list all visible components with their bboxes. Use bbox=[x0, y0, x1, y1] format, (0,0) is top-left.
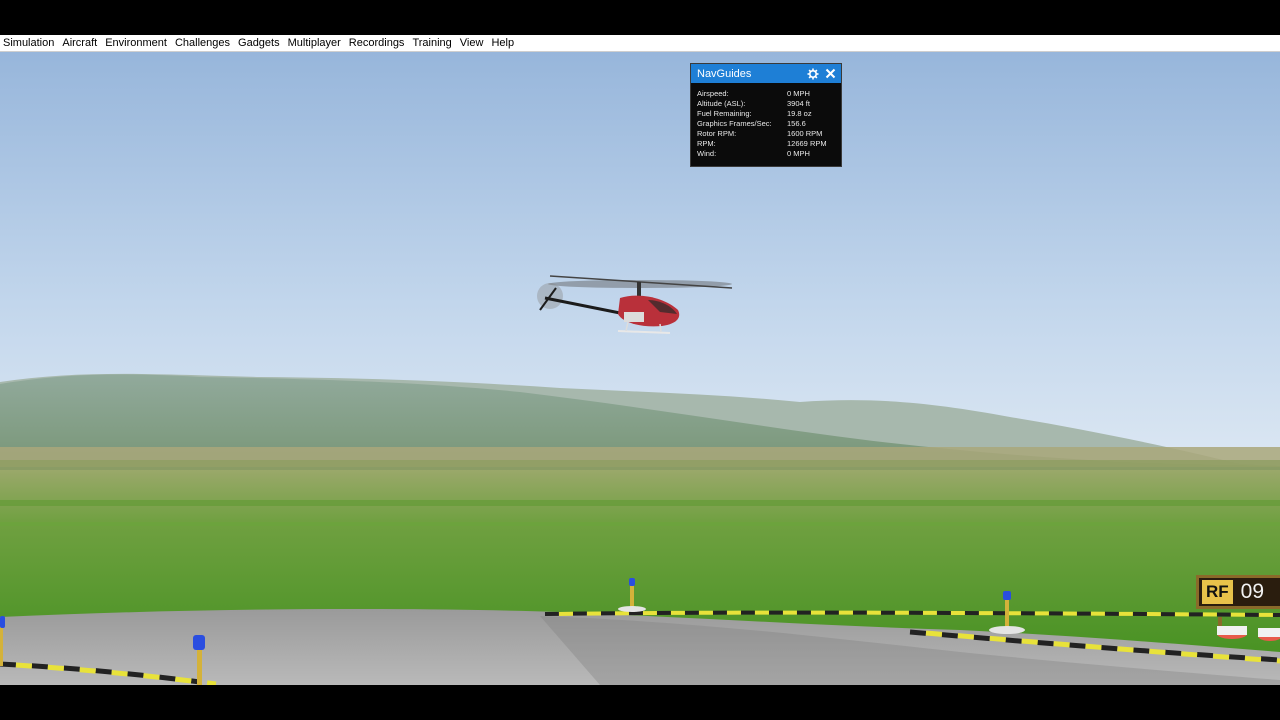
navguides-title: NavGuides bbox=[697, 67, 752, 80]
runway-sign-number: 09 bbox=[1240, 580, 1265, 603]
gear-icon[interactable] bbox=[806, 67, 820, 81]
menu-multiplayer[interactable]: Multiplayer bbox=[284, 35, 345, 51]
menu-training[interactable]: Training bbox=[408, 35, 455, 51]
grass-stripe-2 bbox=[0, 522, 1280, 526]
menu-view[interactable]: View bbox=[456, 35, 488, 51]
row-value: 0 MPH bbox=[787, 149, 810, 158]
menu-environment[interactable]: Environment bbox=[101, 35, 171, 51]
runway-sign-rf: RF bbox=[1202, 580, 1233, 604]
menu-recordings[interactable]: Recordings bbox=[345, 35, 409, 51]
menu-bar: Simulation Aircraft Environment Challeng… bbox=[0, 35, 1280, 52]
simulator-viewport[interactable]: RF 09 bbox=[0, 52, 1280, 685]
menu-help[interactable]: Help bbox=[487, 35, 518, 51]
row-label: Fuel Remaining: bbox=[697, 109, 752, 118]
navguides-panel[interactable]: NavGuides Airspeed: 0 MPH Altitude (ASL)… bbox=[690, 63, 842, 167]
row-label: Rotor RPM: bbox=[697, 129, 737, 138]
row-value: 12669 RPM bbox=[787, 139, 827, 148]
navguides-row: Airspeed: 0 MPH bbox=[697, 89, 835, 99]
runway-sign: RF 09 bbox=[1196, 575, 1280, 609]
navguides-rows: Airspeed: 0 MPH Altitude (ASL): 3904 ft … bbox=[691, 83, 841, 159]
row-value: 156.6 bbox=[787, 119, 806, 128]
navguides-row: Altitude (ASL): 3904 ft bbox=[697, 99, 835, 109]
navguides-row: RPM: 12669 RPM bbox=[697, 139, 835, 149]
row-label: RPM: bbox=[697, 139, 716, 148]
navguides-row: Graphics Frames/Sec: 156.6 bbox=[697, 119, 835, 129]
row-label: Graphics Frames/Sec: bbox=[697, 119, 772, 128]
menu-challenges[interactable]: Challenges bbox=[171, 35, 234, 51]
navguides-row: Rotor RPM: 1600 RPM bbox=[697, 129, 835, 139]
menu-simulation[interactable]: Simulation bbox=[0, 35, 58, 51]
navguides-row: Fuel Remaining: 19.8 oz bbox=[697, 109, 835, 119]
row-value: 19.8 oz bbox=[787, 109, 812, 118]
row-value: 1600 RPM bbox=[787, 129, 823, 138]
app-window: Simulation Aircraft Environment Challeng… bbox=[0, 0, 1280, 720]
menu-aircraft[interactable]: Aircraft bbox=[58, 35, 101, 51]
scene-graphics bbox=[0, 52, 1280, 685]
row-value: 3904 ft bbox=[787, 99, 810, 108]
row-label: Wind: bbox=[697, 149, 717, 158]
navguides-row: Wind: 0 MPH bbox=[697, 149, 835, 159]
row-label: Airspeed: bbox=[697, 89, 729, 98]
row-label: Altitude (ASL): bbox=[697, 99, 746, 108]
grass-stripe bbox=[0, 500, 1280, 506]
navguides-titlebar[interactable]: NavGuides bbox=[691, 64, 841, 83]
row-value: 0 MPH bbox=[787, 89, 810, 98]
close-icon[interactable] bbox=[823, 67, 837, 81]
menu-gadgets[interactable]: Gadgets bbox=[234, 35, 284, 51]
